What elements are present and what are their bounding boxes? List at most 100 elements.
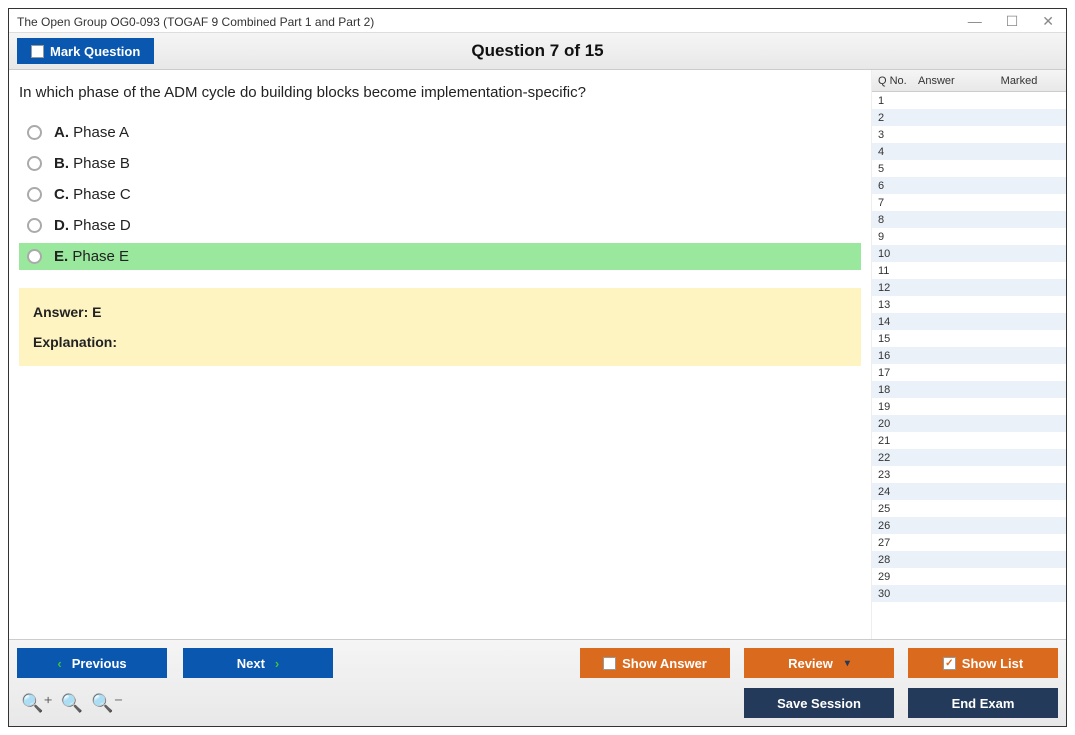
question-list-row[interactable]: 16 bbox=[872, 347, 1066, 364]
footer: ‹ Previous Next › Show Answer Review ▾ bbox=[9, 639, 1066, 726]
previous-button[interactable]: ‹ Previous bbox=[17, 648, 167, 678]
maximize-icon[interactable]: ☐ bbox=[1002, 13, 1023, 30]
question-list-row[interactable]: 27 bbox=[872, 534, 1066, 551]
question-panel: In which phase of the ADM cycle do build… bbox=[9, 70, 871, 639]
mark-question-label: Mark Question bbox=[50, 44, 140, 59]
option-e[interactable]: E. Phase E bbox=[19, 243, 861, 270]
window-controls: — ☐ ✕ bbox=[964, 13, 1058, 30]
question-list-row[interactable]: 21 bbox=[872, 432, 1066, 449]
question-list-row[interactable]: 12 bbox=[872, 279, 1066, 296]
question-counter: Question 7 of 15 bbox=[471, 41, 603, 61]
explanation-line: Explanation: bbox=[33, 334, 847, 350]
option-label: E. Phase E bbox=[54, 248, 129, 265]
question-list-row[interactable]: 8 bbox=[872, 211, 1066, 228]
question-list-row[interactable]: 15 bbox=[872, 330, 1066, 347]
question-list-row[interactable]: 28 bbox=[872, 551, 1066, 568]
zoom-bar: 🔍⁺ 🔍 🔍⁻ bbox=[17, 693, 123, 714]
question-list-row[interactable]: 17 bbox=[872, 364, 1066, 381]
show-list-checkbox-icon: ✓ bbox=[943, 657, 956, 670]
question-text: In which phase of the ADM cycle do build… bbox=[19, 84, 861, 101]
zoom-reset-icon[interactable]: 🔍 bbox=[61, 693, 83, 714]
end-exam-button[interactable]: End Exam bbox=[908, 688, 1058, 718]
option-label: D. Phase D bbox=[54, 217, 131, 234]
review-button[interactable]: Review ▾ bbox=[744, 648, 894, 678]
show-list-label: Show List bbox=[962, 656, 1023, 671]
mark-question-button[interactable]: Mark Question bbox=[17, 38, 154, 64]
option-label: B. Phase B bbox=[54, 155, 130, 172]
footer-left: ‹ Previous Next › bbox=[17, 648, 333, 678]
question-list-row[interactable]: 4 bbox=[872, 143, 1066, 160]
app-window: The Open Group OG0-093 (TOGAF 9 Combined… bbox=[8, 8, 1067, 727]
previous-label: Previous bbox=[72, 656, 127, 671]
question-list-row[interactable]: 13 bbox=[872, 296, 1066, 313]
radio-icon[interactable] bbox=[27, 218, 42, 233]
show-answer-label: Show Answer bbox=[622, 656, 707, 671]
footer-row-1: ‹ Previous Next › Show Answer Review ▾ bbox=[17, 648, 1058, 678]
question-list-row[interactable]: 2 bbox=[872, 109, 1066, 126]
end-exam-label: End Exam bbox=[952, 696, 1015, 711]
zoom-out-icon[interactable]: 🔍⁻ bbox=[91, 693, 123, 714]
col-header-marked: Marked bbox=[978, 75, 1060, 87]
question-list-row[interactable]: 25 bbox=[872, 500, 1066, 517]
zoom-in-icon[interactable]: 🔍⁺ bbox=[21, 693, 53, 714]
question-list-row[interactable]: 23 bbox=[872, 466, 1066, 483]
titlebar: The Open Group OG0-093 (TOGAF 9 Combined… bbox=[9, 9, 1066, 32]
question-list-row[interactable]: 24 bbox=[872, 483, 1066, 500]
question-list-row[interactable]: 1 bbox=[872, 92, 1066, 109]
toolbar: Mark Question Question 7 of 15 bbox=[9, 32, 1066, 70]
show-answer-checkbox-icon bbox=[603, 657, 616, 670]
save-session-button[interactable]: Save Session bbox=[744, 688, 894, 718]
radio-icon[interactable] bbox=[27, 187, 42, 202]
question-list-row[interactable]: 30 bbox=[872, 585, 1066, 602]
next-button[interactable]: Next › bbox=[183, 648, 333, 678]
footer-right: Show Answer Review ▾ ✓ Show List bbox=[580, 648, 1058, 678]
question-list-row[interactable]: 11 bbox=[872, 262, 1066, 279]
body: In which phase of the ADM cycle do build… bbox=[9, 70, 1066, 639]
question-list-row[interactable]: 5 bbox=[872, 160, 1066, 177]
question-list-row[interactable]: 19 bbox=[872, 398, 1066, 415]
col-header-answer: Answer bbox=[918, 75, 978, 87]
question-list-row[interactable]: 20 bbox=[872, 415, 1066, 432]
option-c[interactable]: C. Phase C bbox=[19, 181, 861, 208]
question-list-row[interactable]: 26 bbox=[872, 517, 1066, 534]
radio-icon[interactable] bbox=[27, 249, 42, 264]
options-list: A. Phase A B. Phase B C. Phase C D. Phase D… bbox=[19, 119, 861, 270]
next-label: Next bbox=[237, 656, 265, 671]
question-list-row[interactable]: 9 bbox=[872, 228, 1066, 245]
radio-icon[interactable] bbox=[27, 125, 42, 140]
minimize-icon[interactable]: — bbox=[964, 13, 986, 30]
save-session-label: Save Session bbox=[777, 696, 861, 711]
chevron-right-icon: › bbox=[275, 656, 279, 671]
review-label: Review bbox=[788, 656, 833, 671]
question-list-row[interactable]: 22 bbox=[872, 449, 1066, 466]
option-d[interactable]: D. Phase D bbox=[19, 212, 861, 239]
question-list-row[interactable]: 6 bbox=[872, 177, 1066, 194]
question-list-row[interactable]: 14 bbox=[872, 313, 1066, 330]
sidebar-header: Q No. Answer Marked bbox=[872, 70, 1066, 92]
question-list-row[interactable]: 3 bbox=[872, 126, 1066, 143]
option-b[interactable]: B. Phase B bbox=[19, 150, 861, 177]
question-list-row[interactable]: 18 bbox=[872, 381, 1066, 398]
sidebar-list[interactable]: 1234567891011121314151617181920212223242… bbox=[872, 92, 1066, 639]
col-header-qno: Q No. bbox=[878, 75, 918, 87]
chevron-down-icon: ▾ bbox=[845, 658, 850, 669]
mark-checkbox-icon bbox=[31, 45, 44, 58]
explanation-label: Explanation: bbox=[33, 334, 117, 350]
question-list-row[interactable]: 7 bbox=[872, 194, 1066, 211]
chevron-left-icon: ‹ bbox=[57, 656, 61, 671]
answer-line: Answer: E bbox=[33, 304, 847, 320]
option-label: C. Phase C bbox=[54, 186, 131, 203]
answer-box: Answer: E Explanation: bbox=[19, 288, 861, 366]
footer-row-2: 🔍⁺ 🔍 🔍⁻ Save Session End Exam bbox=[17, 688, 1058, 718]
show-list-button[interactable]: ✓ Show List bbox=[908, 648, 1058, 678]
answer-label: Answer: bbox=[33, 304, 88, 320]
close-icon[interactable]: ✕ bbox=[1038, 13, 1058, 30]
window-title: The Open Group OG0-093 (TOGAF 9 Combined… bbox=[17, 15, 374, 29]
option-a[interactable]: A. Phase A bbox=[19, 119, 861, 146]
radio-icon[interactable] bbox=[27, 156, 42, 171]
show-answer-button[interactable]: Show Answer bbox=[580, 648, 730, 678]
question-list-row[interactable]: 29 bbox=[872, 568, 1066, 585]
footer-right-2: Save Session End Exam bbox=[744, 688, 1058, 718]
question-list-row[interactable]: 10 bbox=[872, 245, 1066, 262]
option-label: A. Phase A bbox=[54, 124, 129, 141]
